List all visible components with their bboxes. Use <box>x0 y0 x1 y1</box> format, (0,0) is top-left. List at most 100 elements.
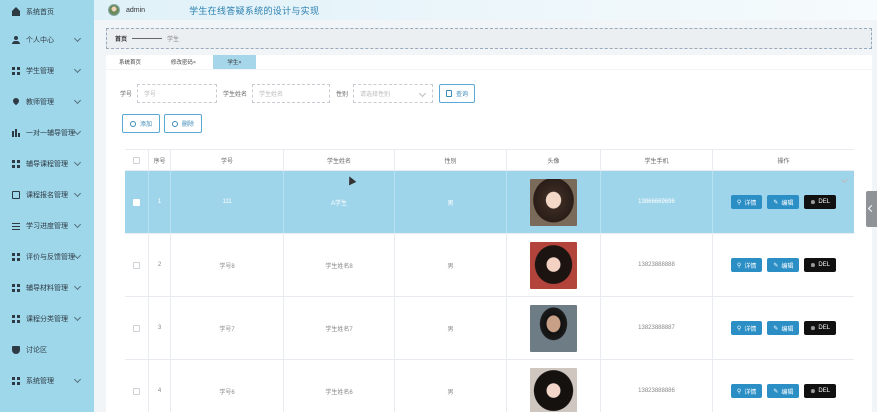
main-content: 学号 学号 学生姓名 学生姓名 性别 请选择性别 查询 添加 删除 序号 学号 … <box>106 70 872 412</box>
sidebar-item-10[interactable]: 课程分类管理 <box>0 303 94 334</box>
detail-button[interactable]: ⚲ 详情 <box>730 384 763 398</box>
row-gender: 男 <box>395 297 507 359</box>
username[interactable]: admin <box>126 7 145 14</box>
checkbox[interactable] <box>133 387 140 395</box>
name-input[interactable]: 学生姓名 <box>252 84 331 103</box>
search-icon: ⚲ <box>736 325 742 332</box>
sidebar-item-2[interactable]: 学生管理 <box>0 55 94 86</box>
tab-student[interactable]: 学生× <box>213 55 256 69</box>
row-gender: 男 <box>395 171 507 233</box>
row-name: A学生 <box>284 171 395 233</box>
breadcrumb-home[interactable]: 首页 <box>115 34 127 43</box>
sidebar-item-label: 学生管理 <box>26 67 54 75</box>
header-actions: 操作 <box>777 158 790 165</box>
row-index: 2 <box>149 234 171 296</box>
sidebar-item-6[interactable]: 课程报名管理 <box>0 179 94 210</box>
search-bar: 学号 学号 学生姓名 学生姓名 性别 请选择性别 查询 <box>120 84 476 103</box>
tab-change-password[interactable]: 修改密码× <box>154 55 213 69</box>
sidebar-item-11[interactable]: 讨论区 <box>0 334 94 365</box>
detail-label: 详情 <box>744 263 757 270</box>
table-row[interactable]: 4 学号6 学生姓名6 男 13823888886 ⚲ 详情 ✎ 编辑 ⊗ DEL <box>125 360 854 412</box>
chevron-down-icon <box>73 375 82 384</box>
gender-select[interactable]: 请选择性别 <box>353 84 434 103</box>
sidebar-nav: 系统首页个人中心学生管理教师管理一对一辅导管理辅导课程管理 课程报名管理学习进度管… <box>0 0 94 396</box>
sidebar-item-9[interactable]: 辅导材料管理 <box>0 272 94 303</box>
pin-icon <box>12 98 20 106</box>
header-name: 学生姓名 <box>284 150 395 170</box>
row-select-cell[interactable] <box>125 171 149 233</box>
header-avatar: 头像 <box>507 150 601 170</box>
row-avatar-cell <box>507 171 601 233</box>
header-student-no: 学号 <box>171 150 284 170</box>
sidebar-item-label: 课程分类管理 <box>26 315 68 323</box>
grid-icon <box>12 314 20 323</box>
student-no-input[interactable]: 学号 <box>137 84 218 103</box>
search-icon: ⚲ <box>736 388 742 395</box>
edit-button[interactable]: ✎ 编辑 <box>767 258 800 272</box>
sidebar-item-label: 一对一辅导管理 <box>26 129 75 137</box>
row-select-cell[interactable] <box>125 234 149 296</box>
detail-button[interactable]: ⚲ 详情 <box>730 321 763 335</box>
delete-row-button[interactable]: ⊗ DEL <box>804 384 837 398</box>
row-student-no: 学号6 <box>171 360 284 412</box>
avatar-photo[interactable] <box>530 241 577 289</box>
sidebar-item-5[interactable]: 辅导课程管理 <box>0 148 94 179</box>
edit-label: 编辑 <box>781 263 794 270</box>
chevron-down-icon <box>73 158 82 167</box>
sidebar-item-label: 评价与反馈管理 <box>26 253 75 261</box>
checkbox[interactable] <box>133 156 140 164</box>
table-row[interactable]: 1 111 A学生男 13866669696 ⚲ 详情 ✎ 编辑 ⊗ DEL <box>125 171 854 234</box>
sidebar-item-label: 辅导材料管理 <box>26 284 68 292</box>
avatar-photo[interactable] <box>530 304 577 352</box>
query-button[interactable]: 查询 <box>439 84 476 103</box>
tab-home[interactable]: 系统首页 <box>106 55 154 69</box>
row-phone: 13823888887 <box>601 297 713 359</box>
checkbox[interactable] <box>133 261 140 269</box>
row-name: 学生姓名6 <box>284 360 395 412</box>
avatar[interactable] <box>108 4 120 16</box>
add-button-label: 添加 <box>140 122 153 128</box>
sidebar-item-4[interactable]: 一对一辅导管理 <box>0 117 94 148</box>
close-circle-icon: ⊗ <box>810 388 816 395</box>
delete-row-button[interactable]: ⊗ DEL <box>804 321 837 335</box>
sidebar-item-label: 学习进度管理 <box>26 222 68 230</box>
sidebar-item-label: 讨论区 <box>26 346 47 354</box>
row-avatar-cell <box>507 297 601 359</box>
edit-button[interactable]: ✎ 编辑 <box>767 321 800 335</box>
side-panel-toggle[interactable] <box>866 191 877 227</box>
sidebar-item-7[interactable]: 学习进度管理 <box>0 210 94 241</box>
row-index: 1 <box>149 171 171 233</box>
avatar-photo[interactable] <box>530 367 577 412</box>
chevron-down-icon <box>73 251 82 260</box>
grid-icon <box>12 283 20 292</box>
edit-button[interactable]: ✎ 编辑 <box>767 384 800 398</box>
sidebar-item-1[interactable]: 个人中心 <box>0 24 94 55</box>
add-button[interactable]: 添加 <box>122 114 161 133</box>
table-row[interactable]: 3 学号7 学生姓名7 男 13823888887 ⚲ 详情 ✎ 编辑 ⊗ DEL <box>125 297 854 360</box>
delete-button[interactable]: 删除 <box>164 114 203 133</box>
row-select-cell[interactable] <box>125 360 149 412</box>
delete-row-button[interactable]: ⊗ DEL <box>804 258 837 272</box>
row-phone: 13823888886 <box>601 360 713 412</box>
checkbox[interactable] <box>133 324 140 332</box>
header-phone: 学生手机 <box>601 150 713 170</box>
avatar-photo[interactable] <box>530 178 577 226</box>
header-select-all[interactable] <box>125 150 149 170</box>
sliders-icon <box>12 221 20 230</box>
detail-button[interactable]: ⚲ 详情 <box>730 258 763 272</box>
detail-button[interactable]: ⚲ 详情 <box>730 195 763 209</box>
sidebar-item-3[interactable]: 教师管理 <box>0 86 94 117</box>
detail-label: 详情 <box>744 326 757 333</box>
delete-row-button[interactable]: ⊗ DEL <box>804 195 837 209</box>
top-header: admin 学生在线答疑系统的设计与实现 <box>94 0 877 20</box>
row-phone: 13823888888 <box>601 234 713 296</box>
sidebar-item-label: 个人中心 <box>26 36 54 44</box>
sidebar-item-8[interactable]: 评价与反馈管理 <box>0 241 94 272</box>
edit-button[interactable]: ✎ 编辑 <box>767 195 800 209</box>
sidebar-item-0[interactable]: 系统首页 <box>0 0 94 24</box>
row-select-cell[interactable] <box>125 297 149 359</box>
sidebar-item-12[interactable]: 系统管理 <box>0 365 94 396</box>
chevron-down-icon <box>73 220 82 229</box>
checkbox[interactable] <box>133 198 140 206</box>
table-row[interactable]: 2 学号8 学生姓名8 男 13823888888 ⚲ 详情 ✎ 编辑 ⊗ DEL <box>125 234 854 297</box>
